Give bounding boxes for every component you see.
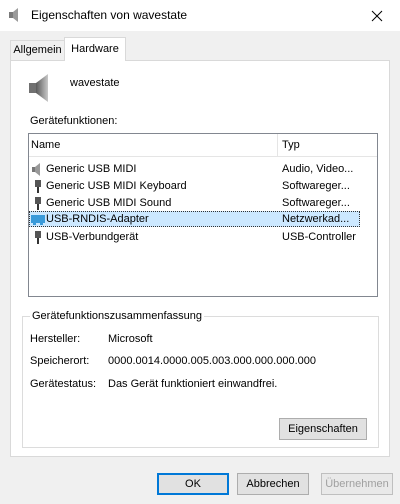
summary-legend: Gerätefunktionszusammenfassung [30,310,204,322]
column-divider[interactable] [277,134,278,156]
apply-button[interactable]: Übernehmen [321,473,393,495]
usb-plug-icon [31,197,45,210]
list-item-name: Generic USB MIDI [46,163,137,175]
manufacturer-value: Microsoft [108,333,153,345]
device-functions-label: Gerätefunktionen: [30,115,118,127]
network-adapter-icon [31,213,45,226]
list-item-selected[interactable]: USB-RNDIS-Adapter Netzwerkad... [29,211,377,228]
device-functions-list[interactable]: Name Typ Generic USB MIDI Audio, Video..… [28,133,378,297]
properties-button[interactable]: Eigenschaften [279,418,367,440]
list-item[interactable]: Generic USB MIDI Audio, Video... [29,161,377,178]
list-item-name: Generic USB MIDI Sound [46,197,172,209]
list-item-name: USB-RNDIS-Adapter [46,213,149,225]
list-item[interactable]: Generic USB MIDI Keyboard Softwareger... [29,178,377,195]
location-label: Speicherort: [30,355,90,367]
tab-hardware[interactable]: Hardware [64,37,126,61]
close-button[interactable] [354,0,400,31]
list-item-type: Audio, Video... [282,163,354,175]
list-item-name: USB-Verbundgerät [46,231,139,243]
speaker-small-icon [31,163,45,176]
window-title: Eigenschaften von wavestate [31,8,188,22]
status-value: Das Gerät funktioniert einwandfrei. [108,378,278,390]
column-header-type[interactable]: Typ [282,139,300,151]
status-label: Gerätestatus: [30,378,97,390]
properties-dialog: Eigenschaften von wavestate Allgemein Ha… [0,0,400,504]
manufacturer-label: Hersteller: [30,333,81,345]
list-item-type: USB-Controller [282,231,356,243]
speaker-icon [8,8,22,22]
usb-plug-icon [31,231,45,244]
list-item[interactable]: Generic USB MIDI Sound Softwareger... [29,195,377,212]
list-item-type: Softwareger... [282,197,350,209]
location-value: 0000.0014.0000.005.003.000.000.000.000 [108,355,316,367]
list-header: Name Typ [29,134,377,157]
cancel-button[interactable]: Abbrechen [237,473,309,495]
column-header-name[interactable]: Name [31,139,60,151]
title-bar[interactable]: Eigenschaften von wavestate [0,0,400,31]
speaker-icon [28,73,50,103]
tab-general[interactable]: Allgemein [10,40,65,60]
tab-hardware-label: Hardware [71,43,119,55]
list-item-type: Softwareger... [282,180,350,192]
tab-general-label: Allgemein [13,44,62,56]
ok-button[interactable]: OK [157,473,229,495]
close-icon [371,10,383,21]
usb-plug-icon [31,180,45,193]
list-item[interactable]: USB-Verbundgerät USB-Controller [29,229,377,246]
device-name: wavestate [70,77,120,89]
list-item-name: Generic USB MIDI Keyboard [46,180,187,192]
list-item-type: Netzwerkad... [282,213,350,225]
